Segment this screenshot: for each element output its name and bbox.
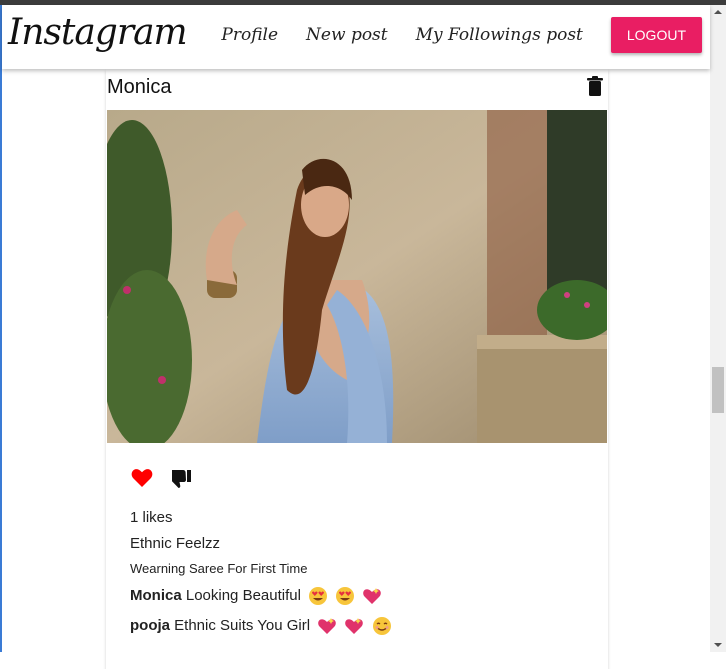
logout-button[interactable]: LOGOUT — [610, 17, 702, 53]
thumb-down-icon[interactable] — [168, 466, 192, 490]
scroll-down-arrow-icon[interactable] — [710, 638, 726, 652]
post-content: 1 likes Ethnic Feelzz Wearning Saree For… — [130, 463, 590, 636]
heart-eyes-emoji-icon — [309, 587, 328, 605]
post-author[interactable]: Monica — [107, 76, 171, 99]
sparkling-heart-icon — [318, 618, 337, 634]
nav-links: Profile New post My Followings post LOGO… — [221, 17, 702, 53]
sparkling-heart-icon — [345, 618, 364, 634]
heart-eyes-emoji-icon — [336, 587, 355, 605]
trash-icon[interactable] — [587, 76, 603, 96]
comment-user[interactable]: Monica — [130, 587, 182, 604]
window-left-edge — [0, 5, 2, 652]
scroll-up-arrow-icon[interactable] — [710, 5, 726, 19]
post-title: Ethnic Feelzz — [130, 535, 221, 552]
comment-user[interactable]: pooja — [130, 617, 170, 634]
comment-text: Looking Beautiful — [185, 586, 301, 604]
brand-logo[interactable]: Instagram — [8, 12, 188, 53]
sparkling-heart-icon — [363, 588, 382, 604]
comment-text: Ethnic Suits You Girl — [174, 616, 311, 634]
comment-item: Monica Looking Beautiful — [130, 586, 590, 606]
post-body: Wearning Saree For First Time — [130, 561, 308, 576]
post-header: Monica — [106, 69, 608, 109]
navbar: Instagram Profile New post My Followings… — [2, 5, 710, 69]
scrollbar-thumb[interactable] — [712, 367, 724, 413]
vertical-scrollbar[interactable] — [710, 5, 726, 652]
post-actions — [130, 463, 590, 493]
likes-count: 1 likes — [130, 509, 173, 526]
post-card: Monica 1 likes Ethnic Feelzz Wearning Sa… — [106, 69, 608, 669]
nav-link-profile[interactable]: Profile — [221, 25, 278, 45]
post-image — [107, 110, 607, 443]
smiling-face-icon — [372, 617, 391, 635]
heart-icon[interactable] — [130, 466, 154, 490]
nav-link-new-post[interactable]: New post — [306, 25, 388, 45]
comment-item: pooja Ethnic Suits You Girl — [130, 616, 590, 636]
nav-link-followings-post[interactable]: My Followings post — [416, 25, 583, 45]
